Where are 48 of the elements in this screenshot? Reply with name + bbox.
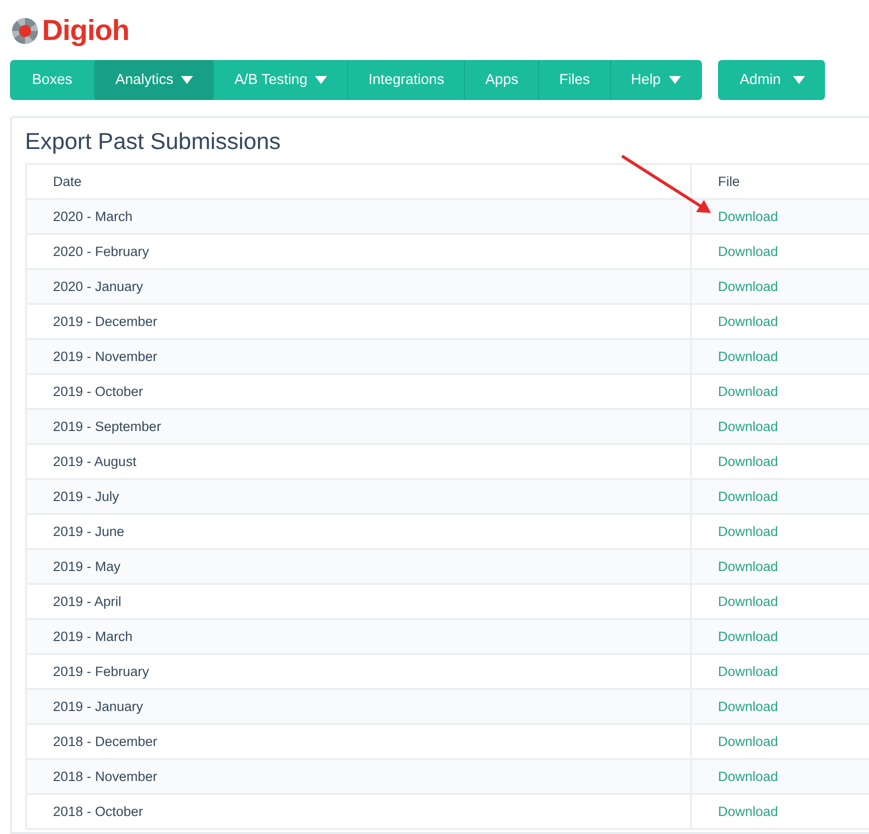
nav-tab[interactable]: Apps xyxy=(465,60,540,100)
download-link[interactable]: Download xyxy=(718,349,778,364)
date-cell: 2019 - April xyxy=(53,594,122,609)
download-link[interactable]: Download xyxy=(718,594,778,609)
download-link[interactable]: Download xyxy=(718,734,778,749)
download-link[interactable]: Download xyxy=(718,209,778,224)
download-link[interactable]: Download xyxy=(718,489,778,504)
date-cell: 2018 - October xyxy=(53,804,144,819)
download-link[interactable]: Download xyxy=(718,804,778,819)
date-cell: 2019 - September xyxy=(53,419,162,434)
nav-tab[interactable]: Integrations xyxy=(348,60,466,100)
column-header: Date xyxy=(26,164,691,199)
admin-button[interactable]: Admin xyxy=(718,60,825,100)
download-link[interactable]: Download xyxy=(718,664,778,679)
date-cell: 2020 - January xyxy=(53,279,144,294)
date-cell: 2019 - March xyxy=(53,629,133,644)
date-cell: 2019 - October xyxy=(53,384,144,399)
date-cell: 2019 - July xyxy=(53,489,120,504)
date-cell: 2020 - February xyxy=(53,244,150,259)
nav-tab[interactable]: Help xyxy=(610,60,702,100)
date-cell: 2020 - March xyxy=(53,209,133,224)
download-link[interactable]: Download xyxy=(718,769,778,784)
download-link[interactable]: Download xyxy=(718,244,778,259)
download-link[interactable]: Download xyxy=(718,384,778,399)
download-link[interactable]: Download xyxy=(718,629,778,644)
date-cell: 2019 - January xyxy=(53,699,144,714)
nav-tab[interactable]: Files xyxy=(539,60,611,100)
nav-tab[interactable]: Analytics xyxy=(95,60,214,100)
date-cell: 2019 - February xyxy=(53,664,150,679)
date-cell: 2019 - December xyxy=(53,314,158,329)
download-link[interactable]: Download xyxy=(718,314,778,329)
logo-text: Digioh xyxy=(42,14,130,48)
panel-title: Export Past Submissions xyxy=(25,128,282,155)
date-cell: 2019 - May xyxy=(53,559,121,574)
download-link[interactable]: Download xyxy=(718,559,778,574)
download-link[interactable]: Download xyxy=(718,699,778,714)
date-cell: 2019 - November xyxy=(53,349,158,364)
column-header: File xyxy=(691,164,869,199)
date-cell: 2018 - December xyxy=(53,734,158,749)
date-cell: 2019 - August xyxy=(53,454,136,469)
nav-tab[interactable]: A/B Testing xyxy=(214,60,348,100)
download-link[interactable]: Download xyxy=(718,279,778,294)
logo-icon xyxy=(10,16,40,46)
date-cell: 2019 - June xyxy=(53,524,124,539)
date-cell: 2018 - November xyxy=(53,769,158,784)
download-link[interactable]: Download xyxy=(718,419,778,434)
download-link[interactable]: Download xyxy=(718,454,778,469)
download-link[interactable]: Download xyxy=(718,524,778,539)
